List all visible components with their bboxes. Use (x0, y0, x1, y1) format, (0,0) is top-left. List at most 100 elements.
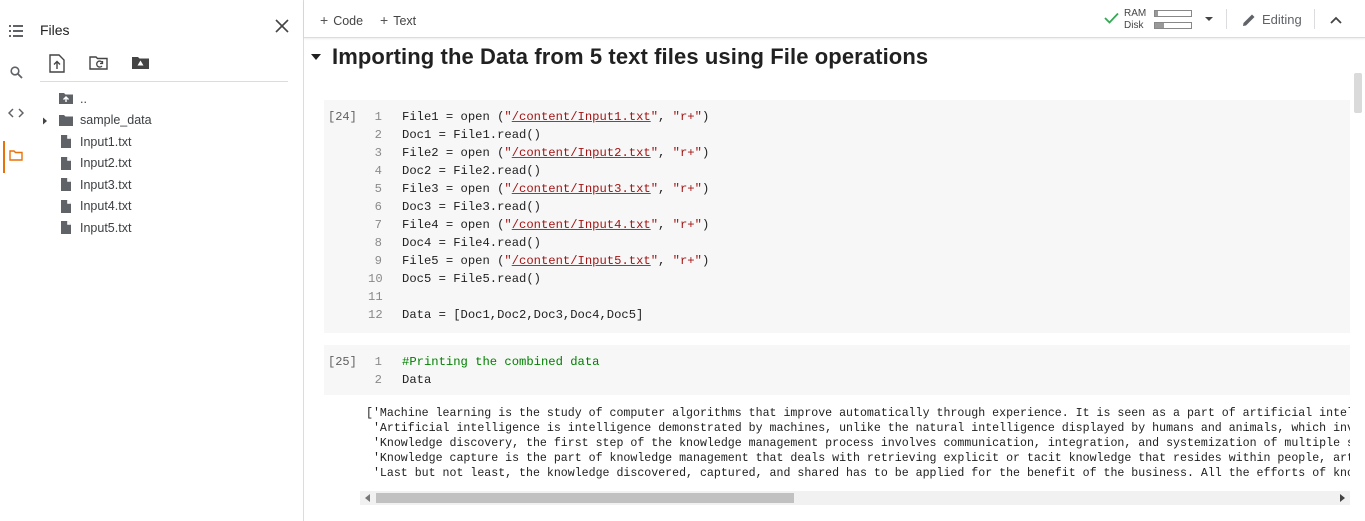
file-item[interactable]: Input3.txt (32, 174, 304, 196)
code-string: " (650, 146, 659, 160)
folder-up-icon (58, 91, 74, 107)
disk-bar-fill (1155, 23, 1164, 28)
file-tree-label: sample_data (80, 113, 152, 128)
scroll-right-arrow-icon[interactable] (1338, 494, 1346, 502)
code-editor[interactable]: 1 File1 = open ("/content/Input1.txt ", "r… (368, 108, 709, 324)
code-text: ) (701, 254, 710, 268)
plus-icon: + (380, 12, 389, 28)
code-editor[interactable]: 1 #Printing the combined data 2 Data (368, 353, 600, 389)
code-string: "r+" (672, 254, 702, 268)
code-text: ) (701, 146, 710, 160)
code-text: , (658, 146, 673, 160)
code-line: 3 File2 = open ("/content/Input2.txt ", "r… (368, 144, 710, 162)
upload-file-icon[interactable] (46, 52, 68, 74)
line-number: 2 (374, 128, 382, 142)
file-item[interactable]: Input1.txt (32, 131, 304, 153)
code-cell-25[interactable]: [25] 1 #Printing the combined data 2 Data (324, 345, 1350, 395)
divider (40, 81, 288, 82)
files-panel: Files .. sample_data Input1.txt Input2.txt I… (32, 0, 304, 521)
line-number: 2 (374, 373, 382, 387)
scrollbar-thumb[interactable] (376, 493, 794, 503)
disk-label: Disk (1124, 20, 1144, 31)
chevron-up-icon[interactable] (1328, 12, 1344, 28)
separator (1314, 9, 1315, 29)
line-number: 9 (374, 254, 382, 268)
code-cell-24[interactable]: [24] 1 File1 = open ("/content/Input1.txt… (324, 100, 1350, 333)
code-line: 2 Doc1 = File1.read() (368, 126, 709, 144)
file-tree-label: Input5.txt (80, 220, 132, 235)
notebook-vertical-scrollbar[interactable] (1350, 71, 1364, 521)
code-text: , (658, 218, 673, 232)
scrollbar-thumb[interactable] (1354, 73, 1362, 113)
file-item[interactable]: Input4.txt (32, 196, 304, 218)
file-item[interactable]: Input2.txt (32, 153, 304, 175)
code-string: /content/Input5.txt (511, 254, 651, 268)
resources-indicator[interactable]: RAM Disk (1104, 8, 1196, 31)
line-number: 11 (368, 290, 383, 304)
output-horizontal-scrollbar[interactable] (360, 491, 1350, 505)
code-text: File2 = open ( (402, 146, 505, 160)
file-tree-label: Input1.txt (80, 134, 132, 149)
line-number: 12 (368, 308, 383, 322)
chevron-down-icon[interactable] (1202, 12, 1216, 26)
code-text: File5 = open ( (402, 254, 505, 268)
code-string: /content/Input3.txt (511, 182, 651, 196)
file-icon (58, 220, 74, 236)
refresh-icon[interactable] (88, 52, 110, 74)
file-icon (58, 155, 74, 171)
collapse-section-icon[interactable] (308, 49, 324, 65)
file-tree-label: Input4.txt (80, 199, 132, 214)
separator (1226, 9, 1227, 29)
code-string: " (650, 254, 659, 268)
line-number: 4 (374, 164, 382, 178)
line-number: 3 (374, 146, 382, 160)
code-string: " (504, 110, 512, 124)
code-string: " (650, 218, 659, 232)
table-of-contents-icon[interactable] (0, 17, 32, 45)
code-snippets-icon[interactable] (0, 99, 32, 127)
file-tree-label: Input2.txt (80, 156, 132, 171)
expand-arrow-icon[interactable] (40, 115, 50, 125)
cell-output: ['Machine learning is the study of compu… (366, 406, 1350, 484)
editing-button[interactable]: Editing (1242, 12, 1302, 27)
code-text: Doc5 = File5.read() (402, 272, 541, 286)
left-rail (0, 0, 32, 521)
add-code-label: Code (333, 14, 364, 28)
code-string: " (504, 146, 512, 160)
code-line: 4 Doc2 = File2.read() (368, 162, 709, 180)
code-text: , (658, 182, 673, 196)
line-number: 10 (368, 272, 383, 286)
code-string: /content/Input1.txt (511, 110, 651, 124)
search-icon[interactable] (0, 58, 32, 86)
ram-label: RAM (1124, 8, 1147, 19)
file-item[interactable]: Input5.txt (32, 217, 304, 239)
file-tree: .. sample_data Input1.txt Input2.txt Input3.… (32, 88, 304, 239)
files-panel-title: Files (40, 22, 70, 38)
mount-drive-icon[interactable] (130, 52, 152, 74)
file-tree-label: .. (80, 91, 87, 106)
add-code-button[interactable]: + Code (320, 12, 363, 28)
files-folder-icon[interactable] (0, 141, 32, 169)
close-icon[interactable] (272, 16, 292, 36)
line-number: 8 (374, 236, 382, 250)
code-string: "r+" (672, 182, 702, 196)
code-string: " (504, 254, 512, 268)
code-text: Data (402, 373, 432, 387)
code-string: /content/Input2.txt (511, 146, 651, 160)
disk-bar (1154, 22, 1192, 29)
output-line: 'Knowledge discovery, the first step of … (366, 437, 1350, 450)
code-string: "r+" (672, 110, 702, 124)
line-number: 1 (374, 110, 382, 124)
code-text: ) (701, 110, 710, 124)
folder-item[interactable]: sample_data (32, 110, 304, 132)
scroll-left-arrow-icon[interactable] (364, 494, 372, 502)
folder-icon (58, 112, 74, 128)
code-line: 1 File1 = open ("/content/Input1.txt ", "r… (368, 108, 710, 126)
line-number: 1 (374, 355, 382, 369)
code-line: 12 Data = [Doc1,Doc2,Doc3,Doc4,Doc5] (368, 306, 709, 324)
code-line: 7 File4 = open ("/content/Input4.txt ", "r… (368, 216, 710, 234)
notebook-area: Importing the Data from 5 text files usi… (304, 38, 1365, 521)
add-text-button[interactable]: + Text (380, 12, 416, 28)
code-text: Doc4 = File4.read() (402, 236, 541, 250)
folder-item[interactable]: .. (32, 88, 304, 110)
